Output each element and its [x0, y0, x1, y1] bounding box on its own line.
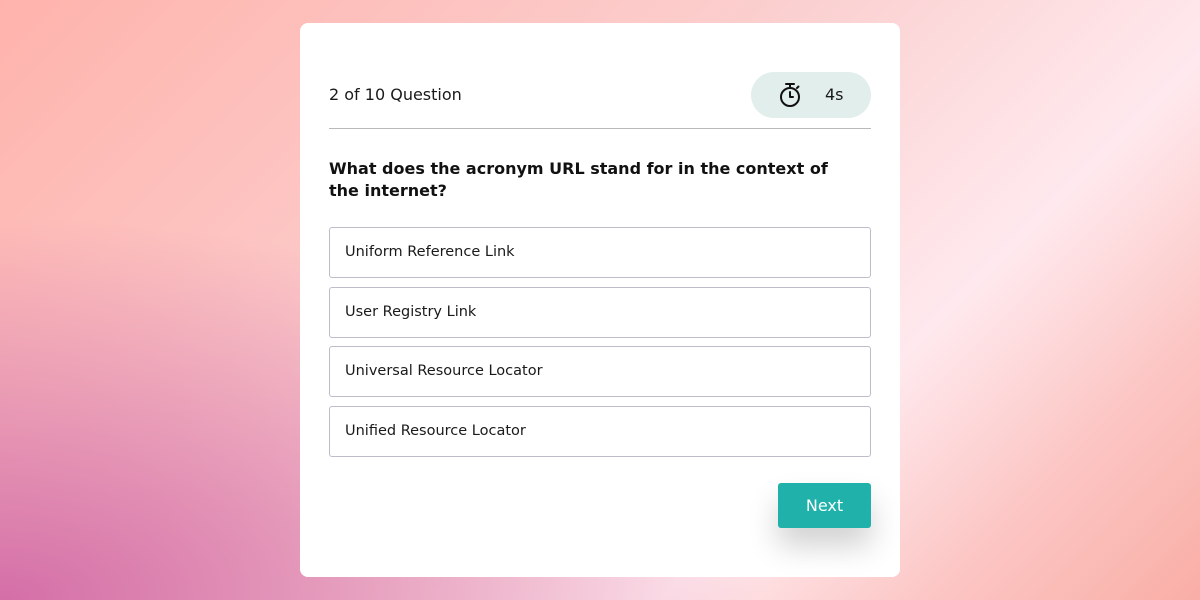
question-counter: 2 of 10 Question — [329, 85, 462, 104]
stopwatch-icon — [778, 82, 802, 108]
quiz-card: 2 of 10 Question 4s What does the acrony… — [300, 23, 900, 577]
quiz-header: 2 of 10 Question 4s — [329, 72, 871, 128]
answer-option[interactable]: Universal Resource Locator — [329, 346, 871, 397]
timer-badge: 4s — [751, 72, 871, 118]
answer-option[interactable]: Uniform Reference Link — [329, 227, 871, 278]
question-text: What does the acronym URL stand for in t… — [329, 159, 828, 200]
timer-value: 4s — [825, 85, 844, 104]
answer-option[interactable]: User Registry Link — [329, 286, 871, 338]
answer-options: Uniform Reference Link User Registry Lin… — [329, 227, 871, 465]
answer-option[interactable]: Unified Resource Locator — [329, 405, 871, 457]
next-button[interactable]: Next — [778, 483, 871, 528]
header-divider — [329, 128, 871, 129]
